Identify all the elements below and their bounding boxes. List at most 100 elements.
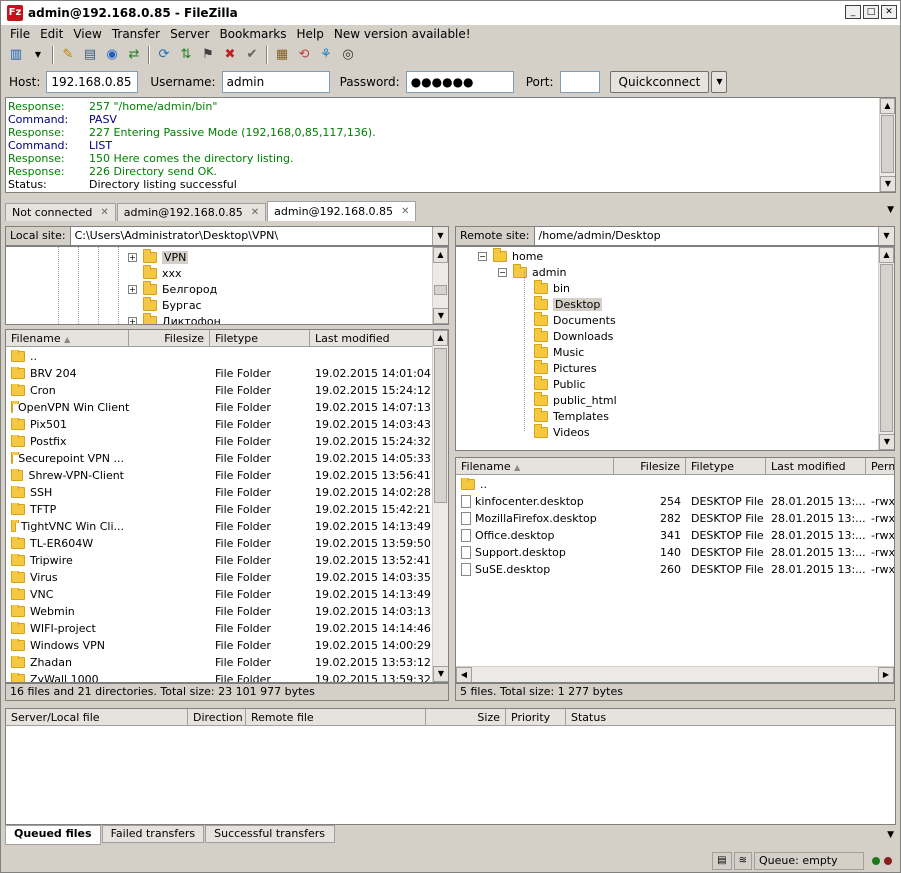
scroll-down-icon[interactable]: ▼ xyxy=(433,308,448,324)
scroll-up-icon[interactable]: ▲ xyxy=(880,98,895,114)
tree-item[interactable]: Documents xyxy=(534,311,616,328)
column-priority[interactable]: Priority xyxy=(506,709,566,726)
collapse-icon[interactable]: − xyxy=(478,251,487,261)
tree-item[interactable]: + Диктофон xyxy=(128,312,221,324)
tab-connection-2[interactable]: admin@192.168.0.85 ✕ xyxy=(267,201,417,221)
process-queue-icon[interactable]: ⇅ xyxy=(175,45,197,65)
tree-item[interactable]: Desktop xyxy=(534,295,603,312)
scroll-thumb[interactable] xyxy=(881,115,894,173)
table-row[interactable]: TL-ER604W File Folder 19.02.2015 13:59:50 xyxy=(6,535,434,552)
table-row[interactable]: .. xyxy=(456,476,894,493)
column-status[interactable]: Status xyxy=(566,709,895,726)
tree-item[interactable]: Pictures xyxy=(534,359,597,376)
expand-icon[interactable]: + xyxy=(128,284,137,294)
toggle-sync-browsing-icon[interactable]: ⟲ xyxy=(293,45,315,65)
username-input[interactable]: admin xyxy=(221,71,330,93)
quickconnect-dropdown-icon[interactable]: ▼ xyxy=(711,71,728,93)
close-tab-icon[interactable]: ✕ xyxy=(100,207,108,218)
table-row[interactable]: kinfocenter.desktop 254 DESKTOP File 28.01.… xyxy=(456,493,894,510)
table-row[interactable]: ZyWall 1000 File Folder 19.02.2015 13:59:3… xyxy=(6,671,434,682)
table-row[interactable]: BRV 204 File Folder 19.02.2015 14:01:04 xyxy=(6,365,434,382)
table-row[interactable]: Windows VPN File Folder 19.02.2015 14:00:2… xyxy=(6,637,434,654)
scroll-up-icon[interactable]: ▲ xyxy=(433,330,448,346)
tree-item[interactable]: xxx xyxy=(128,264,182,281)
table-row[interactable]: Webmin File Folder 19.02.2015 14:03:13 xyxy=(6,603,434,620)
column-remote-file[interactable]: Remote file xyxy=(246,709,426,726)
remote-tree-icon[interactable]: ◉ xyxy=(101,45,123,65)
table-row[interactable]: SSH File Folder 19.02.2015 14:02:28 xyxy=(6,484,434,501)
tree-item[interactable]: public_html xyxy=(534,391,617,408)
remote-path-input[interactable]: /home/admin/Desktop xyxy=(534,227,878,245)
column-server-local-file[interactable]: Server/Local file xyxy=(6,709,188,726)
table-row[interactable]: Pix501 File Folder 19.02.2015 14:03:43 xyxy=(6,416,434,433)
scroll-thumb[interactable] xyxy=(880,264,893,432)
scroll-thumb[interactable] xyxy=(434,285,447,295)
binary-mode-icon[interactable]: ▤ xyxy=(712,852,732,870)
speed-limit-icon[interactable]: ≋ xyxy=(733,852,752,870)
scroll-right-icon[interactable]: ▶ xyxy=(878,667,894,682)
column-filetype[interactable]: Filetype xyxy=(210,330,310,347)
tree-item[interactable]: + VPN xyxy=(128,248,189,265)
column-size[interactable]: Size xyxy=(426,709,506,726)
table-row[interactable]: .. xyxy=(6,348,434,365)
table-row[interactable]: Office.desktop 341 DESKTOP File 28.01.2015 … xyxy=(456,527,894,544)
directory-comparison-icon[interactable]: ⚘ xyxy=(315,45,337,65)
column-filesize[interactable]: Filesize xyxy=(614,458,686,475)
directory-listing-filters-icon[interactable]: ▦ xyxy=(271,45,293,65)
local-tree-scrollbar[interactable]: ▲ ▼ xyxy=(432,247,448,324)
queue-tabs-dropdown-icon[interactable]: ▼ xyxy=(887,830,894,840)
transfer-queue-icon[interactable]: ⇄ xyxy=(123,45,145,65)
tab-not-connected[interactable]: Not connected ✕ xyxy=(5,203,116,221)
tree-item[interactable]: Videos xyxy=(534,423,590,440)
host-input[interactable]: 192.168.0.85 xyxy=(46,71,139,93)
tree-item[interactable]: Public xyxy=(534,375,586,392)
table-row[interactable]: Tripwire File Folder 19.02.2015 13:52:41 xyxy=(6,552,434,569)
local-file-list[interactable]: Filename ▲ Filesize Filetype Last modifi… xyxy=(5,329,449,683)
expand-icon[interactable]: + xyxy=(128,252,137,262)
tree-item[interactable]: Downloads xyxy=(534,327,613,344)
table-row[interactable]: Virus File Folder 19.02.2015 14:03:35 xyxy=(6,569,434,586)
tab-successful-transfers[interactable]: Successful transfers xyxy=(205,825,336,843)
scroll-thumb[interactable] xyxy=(434,348,447,503)
column-last-modified[interactable]: Last modified xyxy=(310,330,434,347)
maximize-button[interactable]: □ xyxy=(863,5,879,19)
close-button[interactable]: ✕ xyxy=(881,5,897,19)
tree-item[interactable]: Music xyxy=(534,343,584,360)
disconnect-icon[interactable]: ✖ xyxy=(219,45,241,65)
local-path-input[interactable]: C:\Users\Administrator\Desktop\VPN\ xyxy=(70,227,432,245)
menu-bookmarks[interactable]: Bookmarks xyxy=(214,27,291,41)
tree-item[interactable]: + Белгород xyxy=(128,280,217,297)
table-row[interactable]: TightVNC Win Cli... File Folder 19.02.2015… xyxy=(6,518,434,535)
expand-icon[interactable]: + xyxy=(128,316,137,324)
search-remote-files-icon[interactable]: ◎ xyxy=(337,45,359,65)
cancel-icon[interactable]: ⚑ xyxy=(197,45,219,65)
local-tree[interactable]: + VPN xxx + Белгород Бургас + Диктофон ▲ ▼ xyxy=(5,246,449,325)
menu-new-version[interactable]: New version available! xyxy=(329,27,476,41)
scroll-down-icon[interactable]: ▼ xyxy=(879,434,894,450)
remote-tree[interactable]: − home − admin bin Desktop Documents Downloads M… xyxy=(455,246,895,451)
tree-item[interactable]: − home xyxy=(478,247,543,264)
site-manager-icon[interactable]: ▥ xyxy=(5,45,27,65)
table-row[interactable]: MozillaFirefox.desktop 282 DESKTOP File 28.… xyxy=(456,510,894,527)
menu-view[interactable]: View xyxy=(68,27,106,41)
local-path-dropdown-icon[interactable]: ▼ xyxy=(432,227,448,245)
table-row[interactable]: Postfix File Folder 19.02.2015 15:24:32 xyxy=(6,433,434,450)
column-permissions[interactable]: Perm xyxy=(866,458,894,475)
column-filesize[interactable]: Filesize xyxy=(129,330,210,347)
remote-path-dropdown-icon[interactable]: ▼ xyxy=(878,227,894,245)
tab-queued-files[interactable]: Queued files xyxy=(5,825,101,845)
remote-list-hscrollbar[interactable]: ◀ ▶ xyxy=(456,666,894,682)
remote-file-list[interactable]: Filename ▲ Filesize Filetype Last modifi… xyxy=(455,457,895,683)
reconnect-icon[interactable]: ✔ xyxy=(241,45,263,65)
scroll-up-icon[interactable]: ▲ xyxy=(879,247,894,263)
collapse-icon[interactable]: − xyxy=(498,267,507,277)
message-log[interactable]: Response: 257 "/home/admin/bin" Command: PA… xyxy=(5,97,896,193)
password-input[interactable]: ●●●●●● xyxy=(405,71,514,93)
remote-tree-scrollbar[interactable]: ▲ ▼ xyxy=(878,247,894,450)
column-filename[interactable]: Filename ▲ xyxy=(456,458,614,475)
table-row[interactable]: Cron File Folder 19.02.2015 15:24:12 xyxy=(6,382,434,399)
tree-item[interactable]: Templates xyxy=(534,407,609,424)
dropdown-arrow-icon[interactable]: ▼ xyxy=(27,45,49,65)
message-log-icon[interactable]: ✎ xyxy=(57,45,79,65)
tree-item[interactable]: Бургас xyxy=(128,296,202,313)
